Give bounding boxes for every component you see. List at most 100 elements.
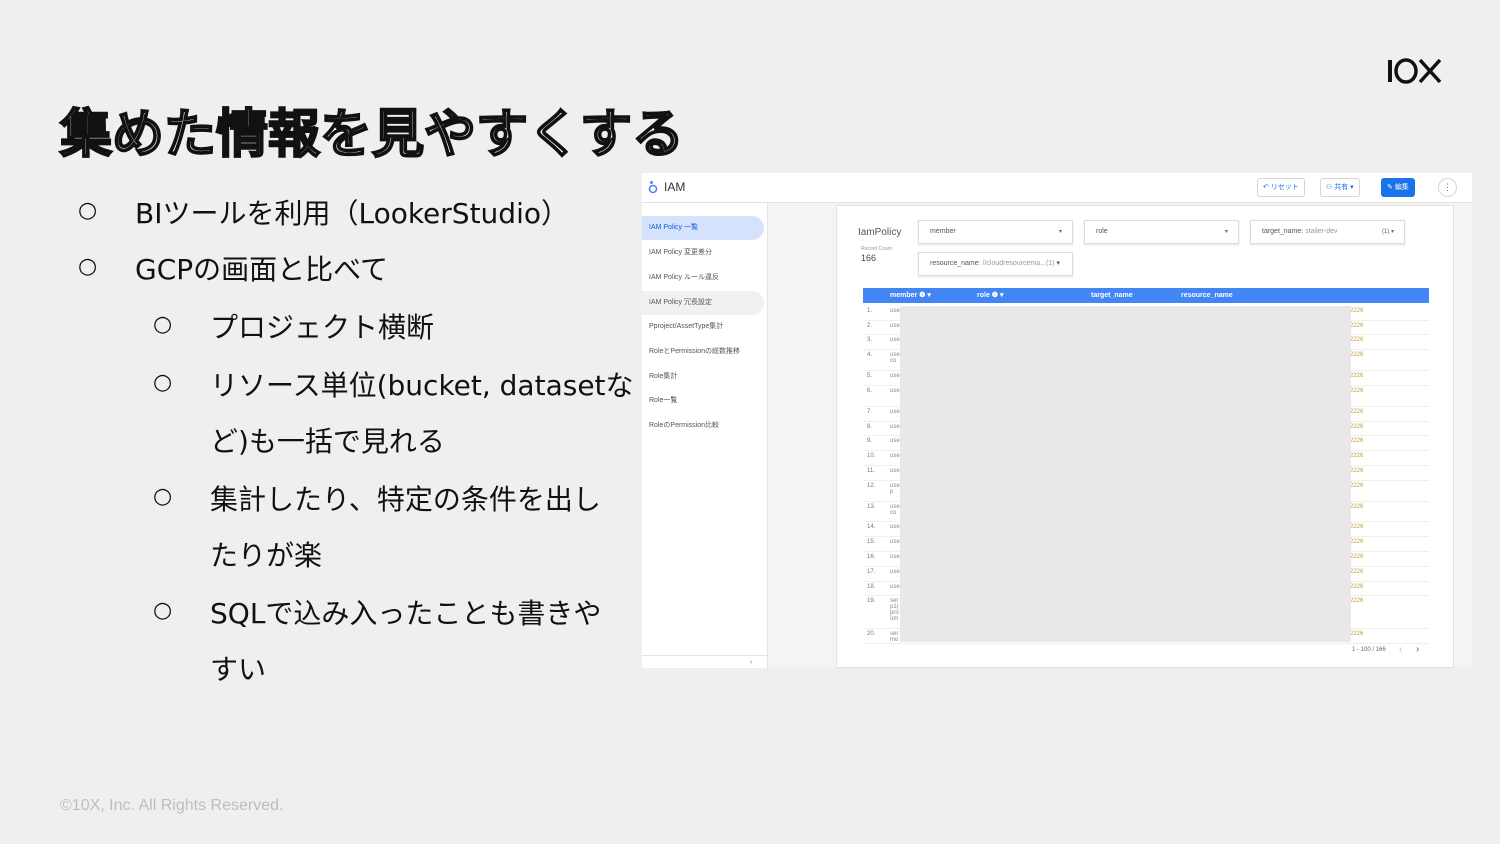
row-number: 3. [867, 337, 873, 343]
filter-value: : //cloudresourcema... [978, 260, 1046, 267]
row-resource-text: 2226 [1350, 308, 1364, 314]
row-member-text: ser p1( pro om [890, 598, 899, 622]
row-resource-text: 2226 [1350, 352, 1364, 358]
sub-bullet-marker: ○ [153, 312, 173, 337]
row-number: 4. [867, 352, 873, 358]
filter-resource-name[interactable]: resource_name: //cloudresourcema...(1) ▾ [918, 252, 1073, 276]
row-resource-text: 2226 [1350, 598, 1364, 604]
row-member-text: use co [890, 352, 900, 364]
record-count-value: 166 [861, 253, 877, 263]
row-member-text: use [890, 323, 900, 329]
sub-bullet-item: プロジェクト横断 [210, 311, 435, 344]
dropdown-caret-icon: ▾ [1224, 229, 1228, 235]
filter-role[interactable]: role ▾ [1084, 220, 1239, 244]
more-options-button[interactable]: ⋮ [1438, 178, 1457, 197]
sub-bullet-continuation: たりが楽 [210, 539, 323, 572]
sub-bullet-marker: ○ [153, 484, 173, 509]
filter-label: member [930, 228, 956, 235]
next-page-button[interactable]: › [1416, 644, 1419, 655]
row-number: 9. [867, 438, 873, 444]
nav-item-role-list[interactable]: Role一覧 [642, 389, 764, 413]
row-member-text: use [890, 468, 900, 474]
nav-item-iam-policy-diff[interactable]: IAM Policy 変更差分 [642, 241, 764, 265]
filter-target-name[interactable]: target_name: stailer-dev (1) ▾ [1250, 220, 1405, 244]
row-member-text: use [890, 388, 900, 394]
filter-value: : stailer-dev [1301, 228, 1338, 235]
collapse-sidebar-icon[interactable]: ‹ [750, 659, 752, 666]
copyright-footer: ©10X, Inc. All Rights Reserved. [60, 797, 284, 814]
looker-studio-screenshot: IAM ↶ リセット ⚇ 共有 ▾ ✎ 編集 ⋮ IAM Policy 一覧 I… [642, 173, 1472, 668]
bullet-marker: ○ [78, 198, 98, 223]
nav-item-asset-type-summary[interactable]: Pproject/AssetType集計 [642, 315, 764, 339]
sub-bullet-marker: ○ [153, 370, 173, 395]
previous-page-button[interactable]: ‹ [1399, 644, 1402, 655]
row-resource-text: 2226 [1350, 539, 1364, 545]
row-member-text: use [890, 409, 900, 415]
column-header-role[interactable]: role ❶ ▾ [977, 288, 1004, 303]
row-number: 12. [867, 483, 876, 489]
row-member-text: use [890, 539, 900, 545]
row-number: 1. [867, 308, 873, 314]
report-header: IAM ↶ リセット ⚇ 共有 ▾ ✎ 編集 ⋮ [642, 173, 1472, 203]
row-number: 20. [867, 631, 876, 637]
row-member-text: use [890, 569, 900, 575]
reset-button[interactable]: ↶ リセット [1257, 178, 1305, 197]
share-label: 共有 [1334, 184, 1349, 191]
row-resource-text: 2226 [1350, 337, 1364, 343]
nav-item-role-summary[interactable]: Role集計 [642, 365, 764, 389]
row-member-text: use [890, 438, 900, 444]
nav-item-role-permission-compare[interactable]: RoleのPermission比較 [642, 414, 764, 438]
edit-button[interactable]: ✎ 編集 [1381, 178, 1415, 197]
row-member-text: use [890, 524, 900, 530]
pagination-text: 1 - 100 / 166 [1352, 647, 1386, 653]
row-resource-text: 2226 [1350, 409, 1364, 415]
row-number: 16. [867, 554, 876, 560]
row-member-text: use [890, 337, 900, 343]
row-member-text: use [890, 554, 900, 560]
row-member-text: use co [890, 504, 900, 516]
row-member-text: use [890, 373, 900, 379]
row-number: 14. [867, 524, 876, 530]
column-header-member[interactable]: member ❶ ▾ [890, 288, 931, 303]
row-number: 10. [867, 453, 876, 459]
column-header-resource-name[interactable]: resource_name [1181, 288, 1233, 303]
filter-label: resource_name [930, 260, 979, 267]
row-resource-text: 2226 [1350, 504, 1364, 510]
row-number: 13. [867, 504, 876, 510]
10x-logo [1386, 56, 1442, 86]
row-number: 8. [867, 424, 873, 430]
sub-bullet-continuation: すい [210, 653, 267, 686]
row-resource-text: 2226 [1350, 524, 1364, 530]
nav-item-iam-policy-redundant[interactable]: IAM Policy 冗長設定 [642, 291, 764, 315]
row-number: 15. [867, 539, 876, 545]
row-resource-text: 2226 [1350, 453, 1364, 459]
row-member-text: use [890, 584, 900, 590]
edit-label: 編集 [1394, 184, 1409, 191]
record-count-label: Record Count [861, 246, 892, 252]
row-member-text: ser mo [890, 631, 899, 643]
row-resource-text: 2226 [1350, 323, 1364, 329]
report-canvas: IamPolicy Record Count 166 member ▾ role… [836, 205, 1454, 668]
sub-bullet-item: 集計したり、特定の条件を出し [210, 483, 601, 516]
nav-item-iam-policy-list[interactable]: IAM Policy 一覧 [642, 216, 764, 240]
row-resource-text: 2226 [1350, 569, 1364, 575]
column-header-target-name[interactable]: target_name [1091, 288, 1133, 303]
filter-member[interactable]: member ▾ [918, 220, 1073, 244]
nav-item-role-permission-trend[interactable]: RoleとPermissionの総数推移 [642, 340, 764, 364]
share-button[interactable]: ⚇ 共有 ▾ [1320, 178, 1360, 197]
sub-bullet-item: リソース単位(bucket, datasetな [210, 369, 634, 402]
nav-item-iam-policy-violation[interactable]: IAM Policy ルール違反 [642, 266, 764, 290]
row-resource-text: 2226 [1350, 584, 1364, 590]
filter-count: (1) [1045, 260, 1055, 267]
row-number: 19. [867, 598, 876, 604]
row-number: 18. [867, 584, 876, 590]
row-member-text: use [890, 453, 900, 459]
row-divider [863, 643, 1429, 644]
row-member-text: use [890, 424, 900, 430]
bullet-item: BIツールを利用（LookerStudio） [135, 197, 569, 230]
row-resource-text: 2226 [1350, 468, 1364, 474]
row-resource-text: 2226 [1350, 631, 1364, 637]
row-number: 6. [867, 388, 873, 394]
row-resource-text: 2226 [1350, 483, 1364, 489]
row-number: 5. [867, 373, 873, 379]
